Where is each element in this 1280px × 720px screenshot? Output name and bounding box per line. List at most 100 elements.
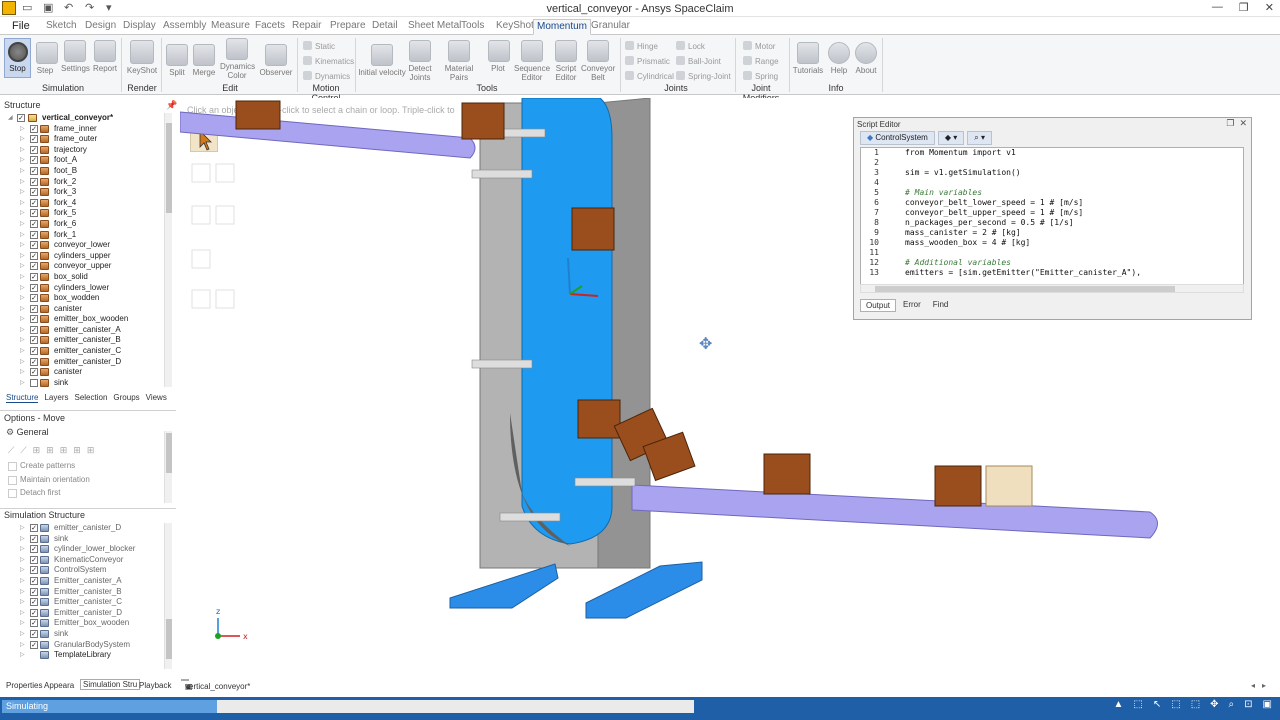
zoom-icon[interactable]: ⌕ (1229, 699, 1235, 710)
visibility-checkbox[interactable]: ✓ (30, 294, 38, 303)
kinematics-button[interactable]: Kinematics (303, 56, 354, 66)
visibility-checkbox[interactable]: ✓ (30, 135, 38, 144)
tab-keyshot[interactable]: KeyShot (493, 19, 537, 35)
visibility-checkbox[interactable]: ✓ (30, 555, 38, 564)
tab-structure[interactable]: Structure (6, 393, 39, 403)
expand-icon[interactable]: ▷ (20, 304, 25, 315)
tab-output[interactable]: Output (860, 299, 897, 312)
sim-tree-item[interactable]: ▷ ✓ Emitter_canister_D (0, 608, 172, 619)
tab-design[interactable]: Design (82, 19, 119, 35)
tab-selection[interactable]: Selection (74, 393, 107, 403)
expand-icon[interactable]: ▷ (20, 597, 25, 608)
visibility-checkbox[interactable]: ✓ (30, 156, 38, 165)
initial-velocity-button[interactable]: Initial velocity (358, 44, 406, 77)
visibility-checkbox[interactable]: ✓ (30, 566, 38, 575)
tree-item[interactable]: ▷ ✓ cylinders_lower (0, 283, 172, 294)
visibility-checkbox[interactable] (30, 378, 38, 387)
tab-simulation-structure[interactable]: Simulation Stru (80, 679, 141, 690)
tree-item[interactable]: ▷ ✓ box_solid (0, 272, 172, 283)
tab-layers[interactable]: Layers (44, 393, 68, 403)
up-arrow-icon[interactable]: ▲ (1114, 699, 1124, 710)
fork-3[interactable] (499, 128, 546, 138)
minimize-icon[interactable]: — (1212, 1, 1223, 14)
pan-icon[interactable]: ✥ (1210, 699, 1218, 710)
move-icon[interactable]: ⊞ (33, 445, 41, 456)
expand-icon[interactable]: ▷ (20, 367, 25, 378)
fork-1[interactable] (471, 169, 533, 179)
sim-tree-item[interactable]: ▷ ✓ Emitter_canister_B (0, 587, 172, 598)
paint-select-icon[interactable]: ⬚ (1191, 699, 1200, 710)
stop-button[interactable]: Stop (4, 38, 31, 78)
tab-find[interactable]: Find (928, 299, 954, 312)
expand-icon[interactable]: ▷ (20, 587, 25, 598)
visibility-checkbox[interactable]: ✓ (30, 230, 38, 239)
sim-tree-item[interactable]: ▷ ✓ ControlSystem (0, 565, 172, 576)
code-line[interactable]: 4 (861, 178, 1243, 188)
script-editor-window[interactable]: Script Editor ❐ ✕ ◆ ControlSystem ◆ ▾ ⌕ ▾… (853, 117, 1252, 320)
tab-views[interactable]: Views (146, 393, 167, 403)
expand-icon[interactable]: ▷ (20, 251, 25, 262)
expand-icon[interactable]: ▷ (20, 177, 25, 188)
code-line[interactable]: 1 from Momentum import v1 (861, 148, 1243, 158)
expand-icon[interactable]: ▷ (20, 523, 25, 534)
tab-sketch[interactable]: Sketch (43, 19, 80, 35)
fit-icon[interactable]: ⊡ (1244, 699, 1252, 710)
tree-item[interactable]: ▷ ✓ fork_1 (0, 230, 172, 241)
tab-facets[interactable]: Facets (252, 19, 288, 35)
expand-icon[interactable]: ▷ (20, 166, 25, 177)
tab-detail[interactable]: Detail (369, 19, 401, 35)
expand-icon[interactable]: ▷ (20, 544, 25, 555)
box-select-icon[interactable]: ⬚ (1171, 699, 1180, 710)
visibility-checkbox[interactable]: ✓ (30, 629, 38, 638)
visibility-checkbox[interactable]: ✓ (30, 262, 38, 271)
expand-icon[interactable]: ▷ (20, 219, 25, 230)
sim-structure-scrollbar[interactable] (164, 523, 172, 669)
tab-file[interactable]: File (9, 19, 33, 35)
expand-icon[interactable]: ▷ (20, 124, 25, 135)
lock-button[interactable]: Lock (676, 41, 705, 51)
box-wooden[interactable] (763, 453, 811, 495)
script-editor-button[interactable]: Script Editor (553, 40, 579, 82)
cursor-icon[interactable]: ↖ (1153, 699, 1161, 710)
tree-item[interactable]: ▷ ✓ trajectory (0, 145, 172, 156)
visibility-checkbox[interactable]: ✓ (30, 619, 38, 628)
code-hscrollbar[interactable] (860, 284, 1244, 293)
tree-item[interactable]: ▷ ✓ box_wodden (0, 293, 172, 304)
expand-icon[interactable]: ▷ (20, 650, 25, 661)
material-pairs-button[interactable]: Material Pairs (436, 40, 482, 82)
tutorials-button[interactable]: Tutorials (792, 42, 824, 75)
tab-sheet-metal[interactable]: Sheet Metal (405, 19, 464, 35)
code-line[interactable]: 3 sim = v1.getSimulation() (861, 168, 1243, 178)
detach-first-option[interactable]: Detach first (0, 486, 90, 500)
tree-item[interactable]: ▷ ✓ frame_outer (0, 134, 172, 145)
box-wooden[interactable] (235, 100, 281, 130)
spring-joint-button[interactable]: Spring-Joint (676, 71, 731, 81)
visibility-checkbox[interactable]: ✓ (30, 188, 38, 197)
tree-item[interactable]: ▷ ✓ foot_A (0, 155, 172, 166)
foot-b[interactable] (585, 561, 703, 619)
select-icon[interactable]: ⬚ (1133, 699, 1142, 710)
tab-error[interactable]: Error (898, 299, 926, 312)
expand-icon[interactable]: ▷ (20, 261, 25, 272)
expand-icon[interactable]: ▷ (20, 629, 25, 640)
merge-button[interactable]: Merge (192, 44, 216, 77)
grid-icon[interactable]: ⊞ (87, 445, 95, 456)
expand-icon[interactable]: ▷ (20, 272, 25, 283)
expand-icon[interactable]: ▷ (20, 576, 25, 587)
visibility-checkbox[interactable]: ✓ (30, 241, 38, 250)
expand-icon[interactable]: ▷ (20, 565, 25, 576)
motor-button[interactable]: Motor (743, 41, 775, 51)
tree-item[interactable]: ▷ ✓ fork_3 (0, 187, 172, 198)
expand-icon[interactable]: ▷ (20, 534, 25, 545)
visibility-checkbox[interactable]: ✓ (30, 283, 38, 292)
visibility-checkbox[interactable]: ✓ (30, 608, 38, 617)
visibility-checkbox[interactable]: ✓ (17, 114, 25, 122)
expand-icon[interactable]: ▷ (20, 314, 25, 325)
foot-a[interactable] (449, 563, 559, 609)
range-button[interactable]: Range (743, 56, 779, 66)
code-line[interactable]: 6 conveyor_belt_lower_speed = 1 # [m/s] (861, 198, 1243, 208)
options-scrollbar[interactable] (164, 431, 172, 503)
tree-item[interactable]: ▷ ✓ conveyor_upper (0, 261, 172, 272)
tab-repair[interactable]: Repair (289, 19, 324, 35)
code-line[interactable]: 10 mass_wooden_box = 4 # [kg] (861, 238, 1243, 248)
